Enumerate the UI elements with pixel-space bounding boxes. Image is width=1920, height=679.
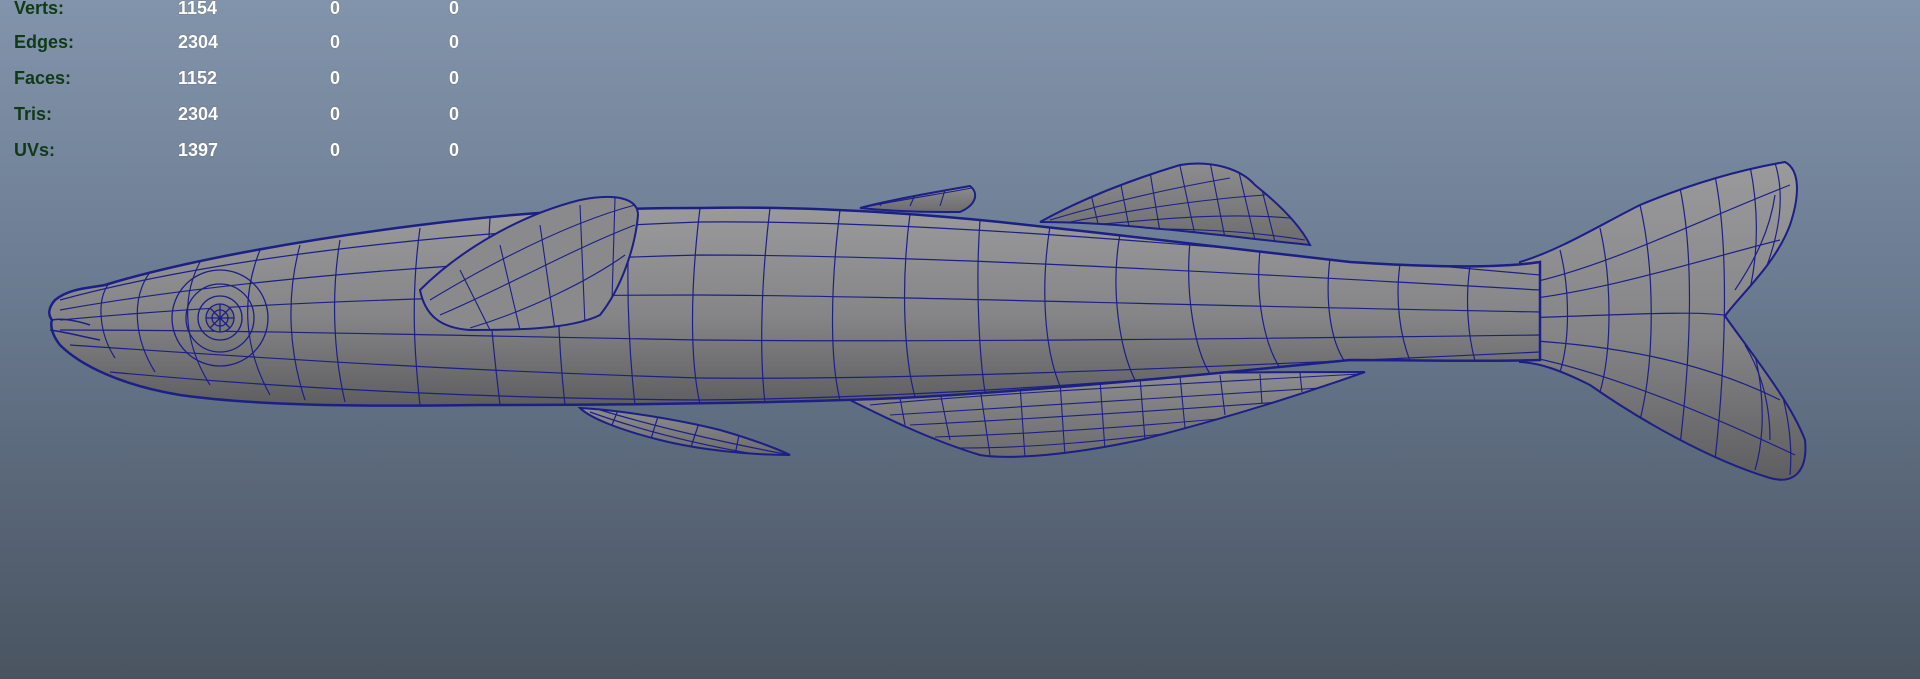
hud-value: 0 (449, 104, 460, 124)
hud-label: Edges: (14, 32, 75, 52)
hud-value: 1152 (178, 68, 218, 88)
hud-row-verts: Verts: 1154 0 0 (14, 0, 474, 22)
hud-value: 0 (449, 140, 460, 160)
hud-value: 0 (330, 0, 341, 18)
pectoral-fin (577, 406, 791, 456)
hud-value: 0 (449, 32, 460, 52)
hud-value: 2304 (178, 32, 219, 52)
hud-value: 0 (449, 68, 460, 88)
hud-label: Tris: (14, 104, 53, 124)
hud-value: 1154 (178, 0, 218, 18)
poly-count-hud: Verts: 1154 0 0 Edges: 2304 0 0 Faces: 1… (14, 0, 474, 166)
hud-value: 0 (330, 104, 341, 124)
hud-row-faces: Faces: 1152 0 0 (14, 58, 474, 94)
hud-value: 0 (330, 68, 341, 88)
hud-value: 0 (330, 140, 341, 160)
tail-fin (1519, 160, 1807, 481)
eye (171, 269, 269, 367)
hud-label: Verts: (14, 0, 65, 18)
hud-row-tris: Tris: 2304 0 0 (14, 94, 474, 130)
3d-viewport[interactable]: Verts: 1154 0 0 Edges: 2304 0 0 Faces: 1… (0, 0, 1920, 679)
hud-label: UVs: (14, 140, 56, 160)
dorsal-fin (859, 184, 977, 214)
hud-row-uvs: UVs: 1397 0 0 (14, 130, 474, 166)
hud-row-edges: Edges: 2304 0 0 (14, 22, 474, 58)
hud-value: 0 (449, 0, 460, 18)
hud-value: 1397 (178, 140, 219, 160)
hud-label: Faces: (14, 68, 72, 88)
hud-value: 0 (330, 32, 341, 52)
hud-value: 2304 (178, 104, 219, 124)
